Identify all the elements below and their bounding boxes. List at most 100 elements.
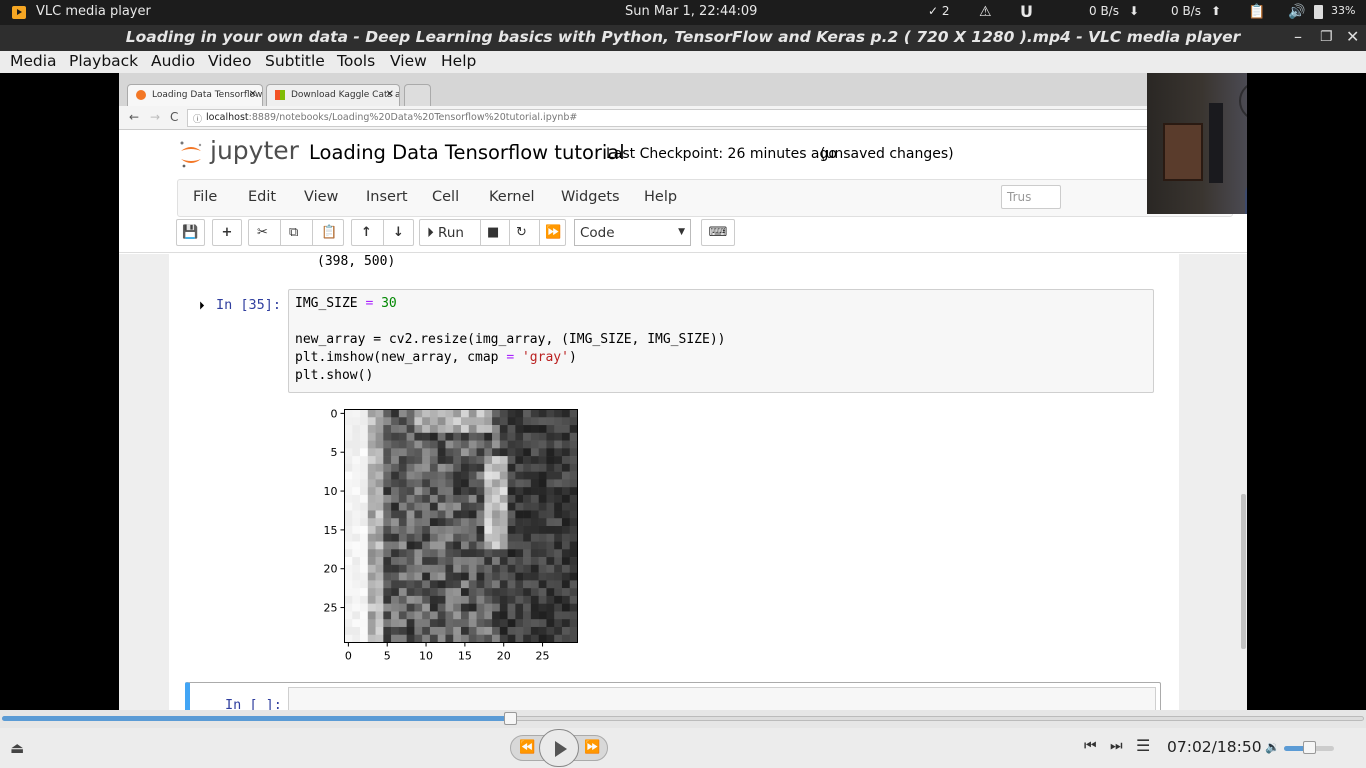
heatmap-pixel: [429, 634, 438, 643]
heatmap-pixel: [429, 518, 438, 527]
rewind-icon[interactable]: ⏪: [519, 740, 535, 755]
jupyter-logo-icon[interactable]: [179, 139, 203, 169]
heatmap-pixel: [383, 572, 392, 581]
heatmap-pixel: [476, 564, 485, 573]
upload-arrow-icon: ⬆: [1211, 4, 1222, 18]
updates-indicator[interactable]: ✓ 2: [928, 4, 950, 18]
code-cell-input[interactable]: IMG_SIZE = 30 new_array = cv2.resize(img…: [288, 289, 1154, 393]
heatmap-pixel: [484, 580, 493, 589]
menu-playback[interactable]: Playback: [69, 52, 138, 70]
jmenu-widgets[interactable]: Widgets: [561, 189, 620, 205]
tab-close-icon[interactable]: ✕: [386, 89, 394, 100]
play-button[interactable]: [539, 729, 579, 767]
paste-icon[interactable]: 📋: [321, 225, 337, 240]
code-line-3: new_array = cv2.resize(img_array, (IMG_S…: [295, 332, 726, 347]
scrollbar-thumb[interactable]: [1241, 494, 1246, 649]
system-clock[interactable]: Sun Mar 1, 22:44:09: [625, 4, 757, 19]
jmenu-view[interactable]: View: [304, 189, 338, 205]
jmenu-help[interactable]: Help: [644, 189, 677, 205]
jmenu-cell[interactable]: Cell: [432, 189, 459, 205]
heatmap-pixel: [499, 588, 508, 597]
move-up-icon[interactable]: ↑: [361, 225, 372, 240]
jupyter-brand[interactable]: jupyter: [210, 136, 299, 165]
cut-icon[interactable]: ✂: [257, 225, 268, 240]
heatmap-pixel: [391, 626, 400, 636]
menu-subtitle[interactable]: Subtitle: [265, 52, 325, 70]
trusted-indicator[interactable]: Trus: [1001, 185, 1061, 209]
heatmap-pixel: [422, 626, 431, 636]
move-down-icon[interactable]: ↓: [393, 225, 404, 240]
browser-tab-kaggle[interactable]: Download Kaggle Cats a ✕: [266, 84, 400, 106]
fast-forward-icon[interactable]: ⏩: [545, 225, 561, 240]
menu-video[interactable]: Video: [208, 52, 251, 70]
url-field[interactable]: ⓘ localhost:8889/notebooks/Loading%20Dat…: [187, 109, 1227, 127]
cell-type-select[interactable]: Code ▼: [574, 219, 691, 246]
next-icon[interactable]: ⏭: [1110, 738, 1123, 754]
heatmap-pixel: [344, 471, 353, 480]
heatmap-pixel: [398, 564, 407, 573]
jmenu-file[interactable]: File: [193, 189, 217, 205]
heatmap-pixel: [375, 463, 384, 472]
previous-icon[interactable]: ⏮: [1084, 738, 1097, 754]
back-icon[interactable]: ←: [129, 110, 139, 124]
unsaved-status: (unsaved changes): [820, 146, 954, 162]
new-tab-button[interactable]: [404, 84, 431, 106]
reload-icon[interactable]: C: [170, 110, 178, 124]
insert-cell-button[interactable]: +: [212, 219, 242, 246]
run-button[interactable]: ⏵ Run: [427, 225, 464, 241]
volume-icon[interactable]: 🔉: [1265, 740, 1280, 754]
menu-tools[interactable]: Tools: [337, 52, 375, 70]
menu-view[interactable]: View: [390, 52, 427, 70]
forward-icon[interactable]: →: [150, 110, 160, 124]
empty-code-cell[interactable]: In [ ]:: [185, 682, 1161, 710]
webcam-overlay: [1147, 73, 1247, 214]
save-button[interactable]: 💾: [176, 219, 205, 246]
u-app-icon[interactable]: U: [1020, 2, 1033, 21]
battery-icon[interactable]: [1314, 5, 1323, 19]
copy-icon[interactable]: ⧉: [289, 225, 298, 240]
heatmap-pixel: [375, 603, 384, 612]
browser-scrollbar[interactable]: [1240, 254, 1247, 710]
command-palette-button[interactable]: ⌨: [701, 219, 735, 246]
heatmap-pixel: [546, 557, 555, 566]
menu-audio[interactable]: Audio: [151, 52, 195, 70]
seek-handle[interactable]: [504, 712, 518, 725]
notebook-title[interactable]: Loading Data Tensorflow tutorial: [309, 141, 625, 164]
jmenu-kernel[interactable]: Kernel: [489, 189, 535, 205]
browser-tab-jupyter[interactable]: Loading Data Tensorflow ✕: [127, 84, 263, 106]
jmenu-edit[interactable]: Edit: [248, 189, 276, 205]
playlist-icon[interactable]: ☰: [1136, 736, 1150, 755]
jmenu-insert[interactable]: Insert: [366, 189, 408, 205]
menu-help[interactable]: Help: [441, 52, 476, 70]
heatmap-pixel: [515, 494, 524, 503]
maximize-icon[interactable]: ❐: [1320, 29, 1333, 45]
forward-icon[interactable]: ⏩: [584, 740, 600, 755]
stop-icon[interactable]: ■: [487, 225, 499, 240]
empty-cell-input[interactable]: [288, 687, 1156, 710]
heatmap-pixel: [367, 448, 376, 457]
close-icon[interactable]: ✕: [1346, 27, 1359, 46]
heatmap-pixel: [546, 572, 555, 581]
heatmap-pixel: [398, 440, 407, 449]
eject-icon[interactable]: ⏏: [10, 739, 24, 757]
heatmap-pixel: [538, 463, 547, 472]
volume-icon[interactable]: 🔊: [1288, 4, 1305, 20]
menu-media[interactable]: Media: [10, 52, 57, 70]
heatmap-pixel: [352, 487, 361, 496]
seek-bar[interactable]: [0, 710, 1366, 728]
clipboard-icon[interactable]: 📋: [1248, 4, 1265, 20]
heatmap-pixel: [569, 564, 578, 573]
y-tick-label: 0: [331, 407, 338, 420]
heatmap-pixel: [523, 626, 532, 636]
heatmap-pixel: [445, 448, 454, 457]
heatmap-pixel: [530, 588, 539, 597]
heatmap-pixel: [515, 417, 524, 426]
heatmap-pixel: [344, 502, 353, 511]
video-area[interactable]: Loading Data Tensorflow ✕ Download Kaggl…: [0, 73, 1366, 710]
time-duration: 18:50: [1216, 738, 1262, 756]
tab-close-icon[interactable]: ✕: [249, 89, 257, 100]
restart-icon[interactable]: ↻: [516, 225, 527, 240]
minimize-icon[interactable]: –: [1294, 27, 1302, 46]
network-icon[interactable]: ⚠: [979, 4, 992, 20]
volume-handle[interactable]: [1303, 741, 1316, 754]
